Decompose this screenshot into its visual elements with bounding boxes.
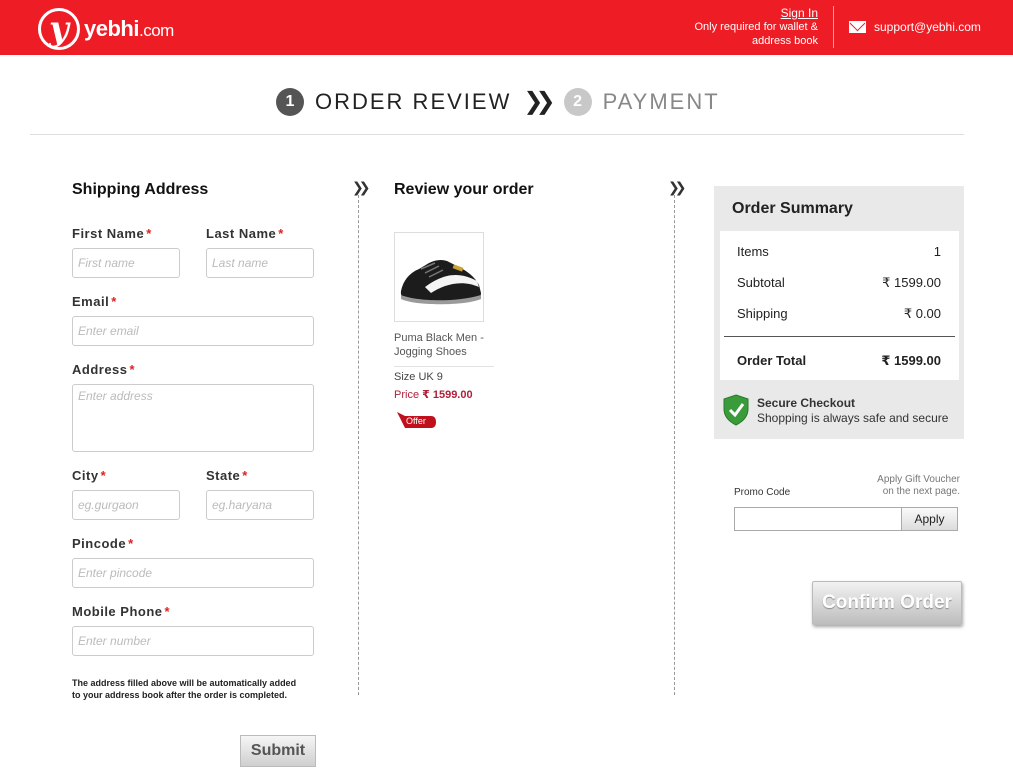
mail-icon [849, 21, 866, 33]
header-divider [833, 6, 834, 48]
checkout-steps: 1 ORDER REVIEW ❯❯ 2 PAYMENT [276, 87, 720, 116]
secure-checkout-subtitle: Shopping is always safe and secure [757, 411, 949, 425]
shoe-image[interactable] [394, 232, 484, 322]
submit-button[interactable]: Submit [240, 735, 316, 767]
city-label: City * [72, 468, 107, 483]
site-logo[interactable]: y yebhi.com [38, 8, 174, 50]
product-divider [394, 366, 494, 367]
address-book-note: The address filled above will be automat… [72, 678, 297, 700]
step-1-number: 1 [276, 87, 304, 116]
logo-icon: y [38, 8, 80, 50]
state-label: State * [206, 468, 248, 483]
address-field[interactable] [72, 384, 314, 452]
offer-label: Offer [406, 416, 426, 426]
first-name-label: First Name * [72, 226, 152, 241]
mobile-phone-field[interactable] [72, 626, 314, 656]
summary-items-row: Items 1 [737, 244, 941, 259]
review-order-title: Review your order [394, 181, 534, 198]
step-2-label: PAYMENT [602, 88, 720, 114]
product-price: Price ₹ 1599.00 [394, 389, 473, 401]
product-name[interactable]: Puma Black Men - Jogging Shoes [394, 331, 494, 359]
support-email[interactable]: support@yebhi.com [874, 20, 981, 34]
promo-code-input[interactable] [734, 507, 902, 531]
signin-block: Sign In Only required for wallet & addre… [695, 6, 819, 48]
pincode-field[interactable] [72, 558, 314, 588]
confirm-order-button[interactable]: Confirm Order [812, 581, 962, 625]
top-header-bar: y yebhi.com Sign In Only required for wa… [0, 0, 1013, 55]
logo-suffix: .com [138, 21, 174, 40]
chevron-double-right-icon: ❯❯ [352, 179, 371, 195]
step-2-number: 2 [563, 87, 592, 116]
summary-subtotal-row: Subtotal ₹ 1599.00 [737, 275, 941, 290]
chevron-double-right-icon: ❯❯ [523, 88, 555, 115]
apply-promo-button[interactable]: Apply [901, 507, 958, 531]
last-name-field[interactable] [206, 248, 314, 278]
pincode-label: Pincode * [72, 536, 134, 551]
shipping-address-title: Shipping Address [72, 181, 209, 198]
first-name-field[interactable] [72, 248, 180, 278]
steps-divider [30, 134, 964, 135]
signin-note-line2: address book [751, 35, 818, 47]
gift-voucher-note: Apply Gift Voucher on the next page. [877, 474, 960, 497]
state-field[interactable] [206, 490, 314, 520]
shield-check-icon [723, 394, 749, 426]
support-contact[interactable]: support@yebhi.com [849, 20, 981, 34]
order-summary-title: Order Summary [732, 200, 853, 217]
address-label: Address * [72, 362, 136, 377]
sign-in-link[interactable]: Sign In [695, 6, 818, 20]
column-divider [358, 195, 359, 695]
email-label: Email * [72, 294, 117, 309]
secure-checkout-title: Secure Checkout [757, 396, 856, 410]
last-name-label: Last Name * [206, 226, 284, 241]
summary-divider [724, 336, 955, 337]
column-divider [674, 195, 675, 695]
mobile-phone-label: Mobile Phone * [72, 604, 171, 619]
chevron-double-right-icon: ❯❯ [668, 179, 687, 195]
summary-total-row: Order Total ₹ 1599.00 [737, 353, 941, 368]
summary-shipping-row: Shipping ₹ 0.00 [737, 306, 941, 321]
email-field[interactable] [72, 316, 314, 346]
logo-text: yebhi [84, 16, 139, 41]
signin-note-line1: Only required for wallet & [694, 21, 819, 33]
step-1-label: ORDER REVIEW [315, 88, 512, 114]
city-field[interactable] [72, 490, 180, 520]
promo-code-label: Promo Code [734, 487, 791, 498]
product-size: Size UK 9 [394, 371, 443, 383]
